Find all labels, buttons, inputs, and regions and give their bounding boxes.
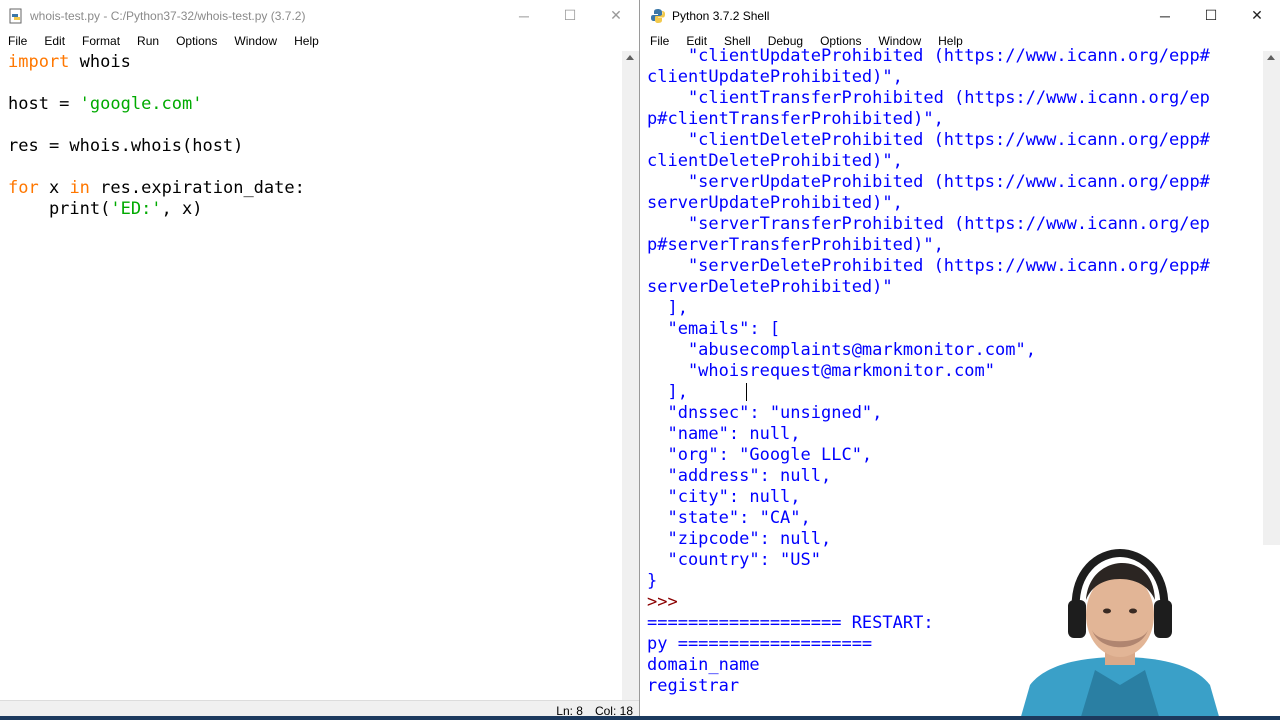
maximize-icon: ☐ (563, 7, 577, 23)
shell-minimize-button[interactable]: ─ (1142, 0, 1188, 31)
close-icon: ✕ (610, 7, 622, 23)
menu-run[interactable]: Run (129, 34, 168, 48)
editor-menubar: File Edit Format Run Options Window Help (0, 31, 639, 51)
shell-title: Python 3.7.2 Shell (672, 8, 770, 23)
minimize-icon: ─ (1160, 7, 1170, 24)
minimize-icon: ─ (519, 7, 529, 24)
webcam-overlay (960, 545, 1280, 720)
menu-file[interactable]: File (0, 34, 36, 48)
editor-close-button[interactable]: ✕ (593, 0, 639, 31)
menu-help[interactable]: Help (286, 34, 328, 48)
code-editor[interactable]: import whois host = 'google.com' res = w… (0, 52, 639, 700)
scroll-up-icon[interactable] (1267, 55, 1275, 60)
close-icon: ✕ (1251, 7, 1263, 23)
taskbar-edge (0, 716, 1280, 720)
editor-maximize-button[interactable]: ☐ (547, 0, 593, 31)
shell-maximize-button[interactable]: ☐ (1188, 0, 1234, 31)
editor-scrollbar[interactable] (622, 51, 639, 700)
editor-minimize-button[interactable]: ─ (501, 0, 547, 31)
menu-options[interactable]: Options (168, 34, 226, 48)
menu-edit[interactable]: Edit (36, 34, 74, 48)
menu-format[interactable]: Format (74, 34, 129, 48)
shell-close-button[interactable]: ✕ (1234, 0, 1280, 31)
presenter-avatar (960, 545, 1280, 720)
text-cursor-icon (745, 383, 748, 401)
python-logo-icon (651, 8, 665, 23)
menu-window[interactable]: Window (226, 34, 286, 48)
editor-window: whois-test.py - C:/Python37-32/whois-tes… (0, 0, 640, 720)
editor-title: whois-test.py - C:/Python37-32/whois-tes… (30, 8, 306, 23)
editor-titlebar[interactable]: whois-test.py - C:/Python37-32/whois-tes… (0, 0, 639, 31)
maximize-icon: ☐ (1204, 7, 1218, 23)
scroll-up-icon[interactable] (626, 55, 634, 60)
shell-titlebar[interactable]: Python 3.7.2 Shell ─ ☐ ✕ (642, 0, 1280, 31)
python-file-icon (9, 8, 22, 23)
